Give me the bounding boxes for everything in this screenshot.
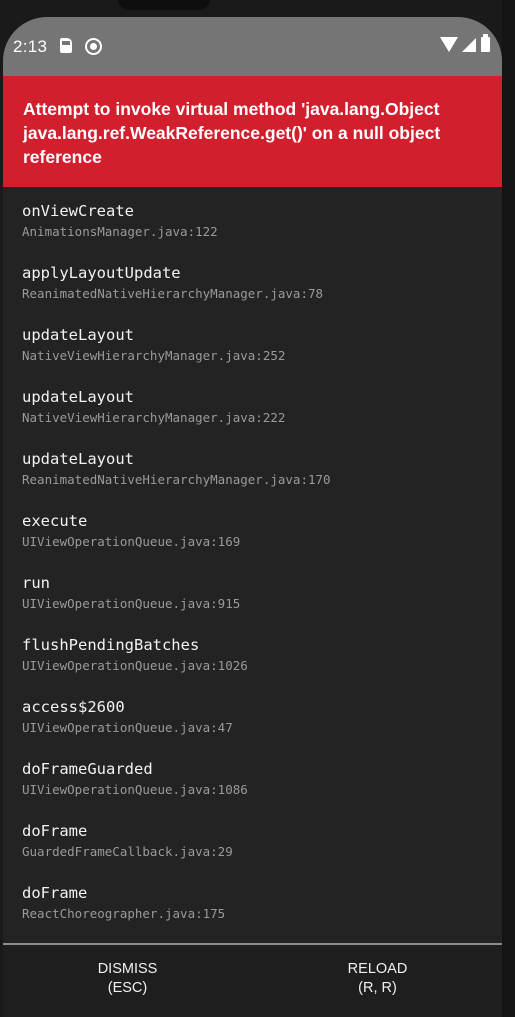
stack-frame[interactable]: updateLayout NativeViewHierarchyManager.j… [22,325,492,381]
stack-frame[interactable]: access$2600 UIViewOperationQueue.java:47 [22,697,492,753]
device-frame: 2:13 Attempt to invoke virtual method 'j… [0,0,515,1017]
stack-frame-method: execute [22,512,88,530]
signal-icon [462,38,476,52]
stack-frame[interactable]: updateLayout NativeViewHierarchyManager.j… [22,387,492,443]
stack-frame-method: updateLayout [22,388,134,406]
stack-frame-location: AnimationsManager.java:122 [22,224,218,239]
stack-frame-location: NativeViewHierarchyManager.java:252 [22,348,286,363]
stack-frame-location: NativeViewHierarchyManager.java:222 [22,410,286,425]
stack-frame-method: doFrame [22,822,88,840]
stack-frame[interactable]: applyLayoutUpdate ReanimatedNativeHierarc… [22,263,492,319]
stack-frame-location: ReanimatedNativeHierarchyManager.java:17… [22,472,331,487]
stack-frame-method: applyLayoutUpdate [22,264,181,282]
stack-frame-location: UIViewOperationQueue.java:47 [22,720,233,735]
status-time: 2:13 [13,37,48,56]
stack-frame-location: ReactChoreographer.java:175 [22,906,226,921]
stack-frame-method: updateLayout [22,326,134,344]
stack-frame[interactable]: flushPendingBatches UIViewOperationQueue.… [22,635,492,691]
battery-icon [481,34,490,52]
camera-notch [118,0,210,10]
stack-frame[interactable]: execute UIViewOperationQueue.java:169 [22,511,492,567]
reload-label: RELOAD [347,961,408,977]
stack-trace-list[interactable]: onViewCreate AnimationsManager.java:122 ap… [3,187,502,943]
dismiss-button[interactable]: DISMISS (ESC) [3,945,252,1017]
stack-frame-method: run [22,574,50,592]
stack-frame-location: ReanimatedNativeHierarchyManager.java:78 [22,286,324,301]
error-message-header: Attempt to invoke virtual method 'java.l… [3,76,502,187]
stack-frame-method: flushPendingBatches [22,636,200,654]
stack-frame-method: access$2600 [22,698,125,716]
dismiss-shortcut: (ESC) [107,980,148,996]
device-bezel [502,0,515,1017]
stack-frame[interactable]: doFrameGuarded UIViewOperationQueue.java:… [22,759,492,815]
dismiss-label: DISMISS [97,961,158,977]
error-message: Attempt to invoke virtual method 'java.l… [23,99,441,167]
stack-frame[interactable]: updateLayout ReanimatedNativeHierarchyMan… [22,449,492,505]
stack-frame-method: onViewCreate [22,202,134,220]
sim-card-icon [60,38,72,53]
stack-frame-location: UIViewOperationQueue.java:169 [22,534,241,549]
reload-button[interactable]: RELOAD (R, R) [253,945,502,1017]
stack-frame-method: doFrame [22,884,88,902]
stack-frame-location: UIViewOperationQueue.java:1086 [22,782,248,797]
stack-frame[interactable]: onViewCreate AnimationsManager.java:122 [22,201,492,257]
wifi-icon [440,37,458,52]
stack-frame-location: UIViewOperationQueue.java:915 [22,596,241,611]
stack-frame-location: GuardedFrameCallback.java:29 [22,844,233,859]
stack-frame[interactable]: run UIViewOperationQueue.java:915 [22,573,492,629]
phone-screen: 2:13 Attempt to invoke virtual method 'j… [3,17,502,1017]
redbox-footer: DISMISS (ESC) RELOAD (R, R) [3,945,502,1017]
stack-frame-location: UIViewOperationQueue.java:1026 [22,658,248,673]
stack-frame-method: doFrameGuarded [22,760,153,778]
reload-shortcut: (R, R) [358,980,397,996]
sync-icon [85,38,102,55]
stack-frame[interactable]: doFrame ReactChoreographer.java:175 [22,883,492,939]
status-bar: 2:13 [3,17,502,76]
stack-frame[interactable]: doFrame GuardedFrameCallback.java:29 [22,821,492,877]
stack-frame-method: updateLayout [22,450,134,468]
